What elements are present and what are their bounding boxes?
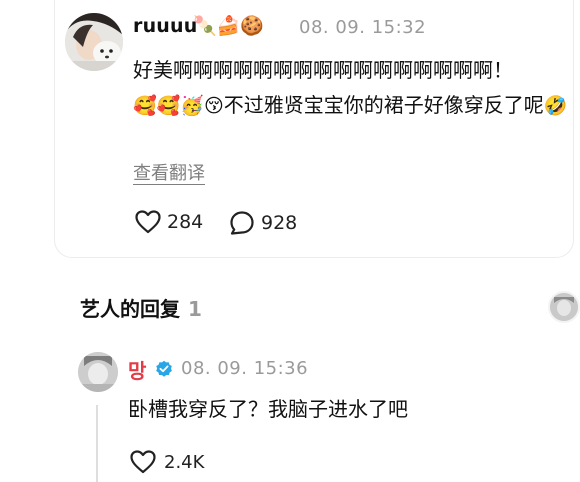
like-count: 284 — [167, 211, 204, 233]
heart-icon — [130, 450, 156, 474]
like-button[interactable]: 284 — [135, 210, 203, 234]
reply-body: 卧槽我穿反了？我脑子进水了吧 — [128, 397, 408, 421]
speech-bubble-icon — [230, 211, 254, 235]
comment-body: 好美啊啊啊啊啊啊啊啊啊啊啊啊啊啊啊啊！ 🥰🥰🥳😚不过雅贤宝宝你的裙子好像穿反了呢… — [133, 53, 580, 124]
reply-timestamp: 08. 09. 15:36 — [181, 358, 309, 379]
comment-timestamp: 08. 09. 15:32 — [299, 17, 427, 38]
reply-avatar-image — [78, 352, 118, 392]
translate-link[interactable]: 查看翻译 — [133, 159, 205, 185]
avatar-image — [65, 13, 123, 71]
comment-username[interactable]: ruuuu — [133, 15, 197, 37]
user-avatar[interactable] — [65, 13, 123, 71]
comment-text-rest: 不过雅贤宝宝你的裙子好像穿反了呢 — [223, 93, 544, 117]
comment-text-main: 好美啊啊啊啊啊啊啊啊啊啊啊啊啊啊啊啊！ — [133, 58, 513, 82]
reply-like-count: 2.4K — [164, 451, 205, 473]
reply-user-avatar[interactable] — [78, 352, 118, 392]
reply-button[interactable]: 928 — [229, 210, 297, 236]
reply-count: 928 — [261, 212, 298, 234]
artist-avatar-image — [550, 293, 578, 321]
comment-emojis: 🥰🥰🥳😚 — [133, 95, 224, 117]
comment-card: ruuuu 🍡🍰🍪 08. 09. 15:32 好美啊啊啊啊啊啊啊啊啊啊啊啊啊啊… — [54, 0, 574, 258]
laughing-emoji: 🤣 — [543, 95, 568, 117]
reply-like-button[interactable]: 2.4K — [130, 450, 204, 474]
artist-replies-count: 1 — [188, 297, 202, 321]
thread-line — [96, 405, 98, 482]
verified-badge-icon — [156, 360, 172, 377]
user-badges-icon: 🍡🍰🍪 — [193, 15, 264, 37]
artist-replies-heading: 艺人的回复 1 — [80, 293, 202, 322]
artist-avatar-small[interactable] — [548, 291, 580, 323]
reply-username[interactable]: 망 — [128, 355, 146, 384]
heart-icon — [135, 210, 161, 234]
artist-replies-title: 艺人的回复 — [80, 297, 180, 321]
